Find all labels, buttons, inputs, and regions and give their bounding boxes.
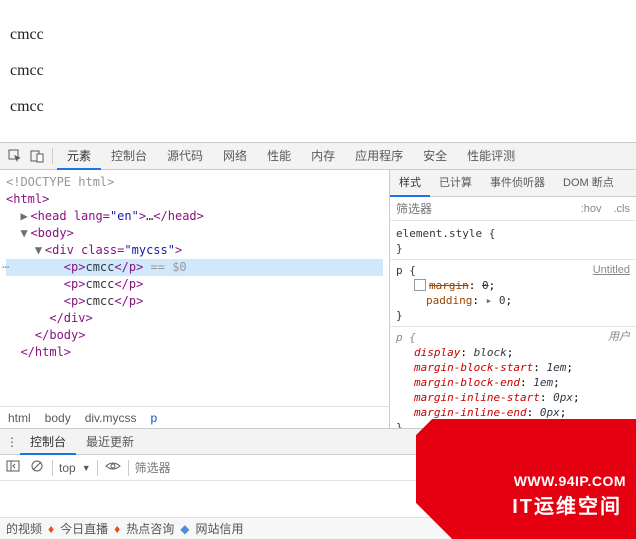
source-link[interactable]: Untitled: [593, 263, 630, 278]
dom-body-close[interactable]: </body>: [6, 327, 383, 344]
dom-html-open[interactable]: <html>: [6, 191, 383, 208]
ua-label: 用户: [608, 330, 630, 345]
tab-audits[interactable]: 性能评测: [457, 143, 525, 170]
toolbar-separator: [128, 460, 129, 476]
inspect-icon[interactable]: [4, 149, 26, 163]
console-filter-input[interactable]: [135, 461, 590, 475]
dom-breadcrumb: html body div.mycss p: [0, 406, 389, 428]
tab-network[interactable]: 网络: [213, 143, 257, 170]
drawer: ⋮ 控制台 最近更新 top ▼ 默认级: [0, 428, 636, 481]
eye-icon[interactable]: [104, 459, 122, 476]
browser-bottom-bar: 的视频 ♦ 今日直播 ♦ 热点咨询 ◆ 网站信用: [0, 517, 636, 539]
chevron-down-icon[interactable]: ▼: [82, 463, 91, 473]
cls-toggle[interactable]: .cls: [608, 203, 636, 215]
dom-doctype[interactable]: <!DOCTYPE html>: [6, 174, 383, 191]
bottom-item[interactable]: 的视频: [6, 520, 42, 537]
tabbar-separator: [52, 148, 53, 164]
bottom-item[interactable]: 今日直播: [60, 520, 108, 537]
console-toolbar: top ▼ 默认级: [0, 455, 636, 481]
styles-tab-computed[interactable]: 已计算: [430, 170, 481, 197]
drawer-tab-recent[interactable]: 最近更新: [76, 429, 144, 455]
crumb-html[interactable]: html: [8, 411, 31, 425]
tab-memory[interactable]: 内存: [301, 143, 345, 170]
styles-pane: 样式 已计算 事件侦听器 DOM 断点 :hov .cls element.st…: [390, 170, 636, 428]
bottom-item[interactable]: 热点咨询: [126, 520, 174, 537]
hov-toggle[interactable]: :hov: [575, 203, 608, 215]
tab-sources[interactable]: 源代码: [157, 143, 213, 170]
tab-elements[interactable]: 元素: [57, 143, 101, 170]
crumb-div[interactable]: div.mycss: [85, 411, 137, 425]
watermark-brand: IT运维空间: [512, 490, 622, 519]
dom-p[interactable]: <p>cmcc</p>: [6, 276, 383, 293]
page-paragraph: cmcc: [10, 62, 626, 80]
tab-security[interactable]: 安全: [413, 143, 457, 170]
device-toggle-icon[interactable]: [26, 149, 48, 163]
prop-checkbox[interactable]: [414, 279, 426, 291]
console-sidebar-icon[interactable]: [4, 459, 22, 476]
clear-console-icon[interactable]: [28, 459, 46, 476]
tab-console[interactable]: 控制台: [101, 143, 157, 170]
tab-performance[interactable]: 性能: [257, 143, 301, 170]
styles-filter-row: :hov .cls: [390, 197, 636, 221]
dom-head[interactable]: ▶<head lang="en">…</head>: [6, 208, 383, 225]
styles-tab-styles[interactable]: 样式: [390, 170, 430, 197]
dom-tree[interactable]: <!DOCTYPE html> <html> ▶<head lang="en">…: [0, 170, 389, 406]
styles-tab-listeners[interactable]: 事件侦听器: [481, 170, 554, 197]
drawer-tabbar: ⋮ 控制台 最近更新: [0, 429, 636, 455]
dom-p[interactable]: <p>cmcc</p>: [6, 293, 383, 310]
shield-icon: ◆: [180, 522, 189, 536]
tab-application[interactable]: 应用程序: [345, 143, 413, 170]
kebab-icon[interactable]: ⋮: [4, 435, 20, 449]
dom-div-open[interactable]: ▼<div class="mycss">: [6, 242, 383, 259]
log-level-selector[interactable]: 默认级: [596, 459, 632, 476]
rule-element-style[interactable]: element.style { }: [390, 223, 636, 260]
devtools-tabbar: 元素 控制台 源代码 网络 性能 内存 应用程序 安全 性能评测: [0, 143, 636, 170]
rule-p-useragent[interactable]: p { 用户 display: block; margin-block-star…: [390, 327, 636, 428]
context-selector[interactable]: top: [59, 461, 76, 475]
rendered-page: cmcc cmcc cmcc: [0, 0, 636, 142]
flame-icon: ♦: [48, 522, 54, 536]
dom-div-close[interactable]: </div>: [6, 310, 383, 327]
styles-tabbar: 样式 已计算 事件侦听器 DOM 断点: [390, 170, 636, 197]
dom-body-open[interactable]: ▼<body>: [6, 225, 383, 242]
drawer-tab-console[interactable]: 控制台: [20, 429, 76, 455]
flame-icon: ♦: [114, 522, 120, 536]
dom-p-selected[interactable]: ⋯ <p>cmcc</p> == $0: [6, 259, 383, 276]
dom-html-close[interactable]: </html>: [6, 344, 383, 361]
page-paragraph: cmcc: [10, 98, 626, 116]
rules-list: element.style { } p { Untitled margin: 0…: [390, 221, 636, 428]
bottom-item[interactable]: 网站信用: [196, 520, 244, 537]
rule-p-author[interactable]: p { Untitled margin: 0; padding: ▸ 0; }: [390, 260, 636, 327]
crumb-body[interactable]: body: [45, 411, 71, 425]
page-paragraph: cmcc: [10, 26, 626, 44]
toolbar-separator: [52, 460, 53, 476]
styles-filter-input[interactable]: [390, 202, 575, 216]
toolbar-separator: [97, 460, 98, 476]
styles-tab-dombp[interactable]: DOM 断点: [554, 170, 623, 197]
crumb-p[interactable]: p: [150, 411, 157, 425]
devtools-panel: 元素 控制台 源代码 网络 性能 内存 应用程序 安全 性能评测 <!DOCTY…: [0, 142, 636, 481]
dom-tree-pane: <!DOCTYPE html> <html> ▶<head lang="en">…: [0, 170, 390, 428]
